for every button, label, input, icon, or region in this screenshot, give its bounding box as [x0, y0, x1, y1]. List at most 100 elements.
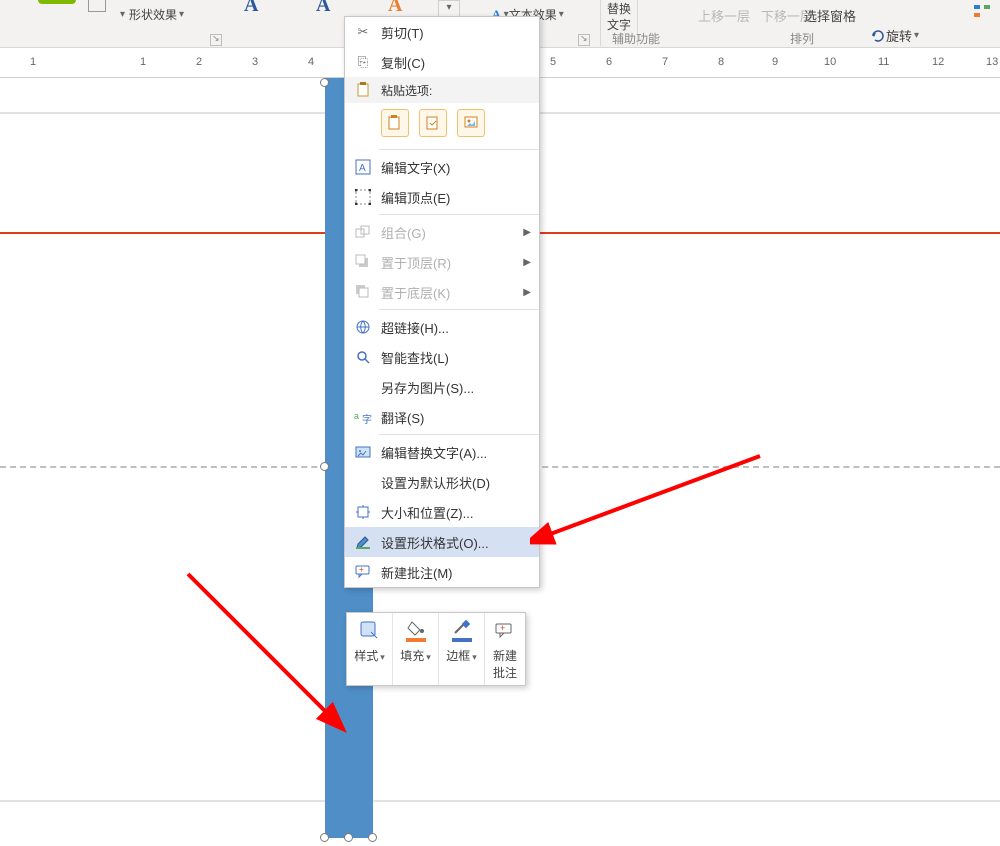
- align-button[interactable]: [972, 4, 992, 20]
- submenu-arrow-icon: ▶: [523, 287, 531, 298]
- paste-option-keep-source[interactable]: [381, 109, 409, 137]
- menu-item-new-comment[interactable]: + 新建批注(M): [345, 557, 539, 587]
- chevron-down-icon: ▾: [426, 652, 431, 662]
- mini-label-l2: 批注: [493, 666, 517, 680]
- wordart-style-a3-icon[interactable]: A: [388, 0, 402, 17]
- ruler-tick: 1: [140, 56, 146, 68]
- menu-label: 粘贴选项:: [381, 82, 432, 99]
- resize-handle-nw[interactable]: [320, 78, 329, 87]
- ruler-tick: 2: [196, 56, 202, 68]
- annotation-arrow-upper: [530, 448, 770, 568]
- wordart-style-a2-icon[interactable]: A: [316, 0, 330, 17]
- smart-lookup-icon: [351, 347, 375, 367]
- context-menu: ✂ 剪切(T) ⎘ 复制(C) 粘贴选项: A 编辑文字(X) 编辑顶点(E): [344, 16, 540, 588]
- mini-new-comment-button[interactable]: + 新建 批注: [485, 613, 525, 685]
- fill-icon: [395, 619, 436, 643]
- menu-item-format-shape[interactable]: 设置形状格式(O)...: [345, 527, 539, 557]
- menu-item-copy[interactable]: ⎘ 复制(C): [345, 47, 539, 77]
- mini-label-l1: 新建: [493, 649, 517, 663]
- ruler-tick: 13: [986, 56, 998, 68]
- wordart-style-a1-icon[interactable]: A: [244, 0, 258, 17]
- size-position-icon: [351, 502, 375, 522]
- ruler-tick: 1: [30, 56, 36, 68]
- alt-text-icon: [351, 442, 375, 462]
- menu-separator: [379, 434, 539, 435]
- submenu-arrow-icon: ▶: [523, 257, 531, 268]
- menu-item-set-default[interactable]: 设置为默认形状(D): [345, 467, 539, 497]
- mini-fill-button[interactable]: 填充▾: [393, 613, 439, 685]
- shape-effects-label: 形状效果: [129, 6, 177, 23]
- menu-label: 编辑替换文字(A)...: [381, 443, 487, 462]
- svg-text:A: A: [359, 163, 366, 174]
- format-shape-icon: [351, 532, 375, 552]
- menu-item-bring-front: 置于顶层(R) ▶: [345, 247, 539, 277]
- chevron-down-icon: ▾: [914, 30, 919, 41]
- layer-buttons: 上移一层 下移一层: [698, 6, 813, 25]
- ruler-tick: 6: [606, 56, 612, 68]
- align-icon: [972, 4, 992, 20]
- menu-label: 置于底层(K): [381, 283, 450, 302]
- translate-icon: a字: [351, 407, 375, 427]
- menu-item-group: 组合(G) ▶: [345, 217, 539, 247]
- menu-item-save-as-picture[interactable]: 另存为图片(S)...: [345, 372, 539, 402]
- blank-icon: [351, 377, 375, 397]
- dialog-launcher-shape[interactable]: [210, 34, 222, 46]
- mini-label: 填充: [400, 649, 424, 663]
- menu-section-paste-options: 粘贴选项:: [345, 77, 539, 103]
- chevron-down-icon: ▾: [380, 652, 385, 662]
- menu-item-hyperlink[interactable]: 超链接(H)...: [345, 312, 539, 342]
- svg-text:a: a: [354, 411, 359, 421]
- bring-front-icon: [351, 252, 375, 272]
- paste-option-picture[interactable]: [457, 109, 485, 137]
- ribbon-stub-box: [88, 0, 106, 12]
- rotate-button[interactable]: 旋转 ▾: [870, 26, 919, 45]
- svg-text:+: +: [500, 623, 505, 633]
- menu-separator: [379, 309, 539, 310]
- rotate-icon: [870, 28, 886, 44]
- ribbon-stub-icon: [38, 0, 76, 4]
- menu-item-cut[interactable]: ✂ 剪切(T): [345, 17, 539, 47]
- blank-icon: [351, 472, 375, 492]
- resize-handle-w[interactable]: [320, 462, 329, 471]
- edit-points-icon: [351, 187, 375, 207]
- ruler-tick: 4: [308, 56, 314, 68]
- menu-label: 大小和位置(Z)...: [381, 503, 473, 522]
- menu-item-edit-text[interactable]: A 编辑文字(X): [345, 152, 539, 182]
- selection-pane-button[interactable]: 选择窗格: [804, 6, 856, 25]
- mini-label: 边框: [446, 649, 470, 663]
- group-label-accessibility: 辅助功能: [612, 30, 660, 47]
- group-label-arrange: 排列: [790, 30, 814, 47]
- shape-effects-chevron-icon: ▾: [120, 9, 125, 20]
- submenu-arrow-icon: ▶: [523, 227, 531, 238]
- shape-effects-button[interactable]: ▾ 形状效果 ▾: [120, 6, 188, 23]
- annotation-arrow-lower: [180, 566, 360, 736]
- menu-item-smart-lookup[interactable]: 智能查找(L): [345, 342, 539, 372]
- resize-handle-sw[interactable]: [320, 833, 329, 842]
- ruler-tick: 8: [718, 56, 724, 68]
- ruler-tick: 7: [662, 56, 668, 68]
- menu-separator: [379, 149, 539, 150]
- selection-pane-label: 选择窗格: [804, 9, 856, 24]
- menu-item-alt-text[interactable]: 编辑替换文字(A)...: [345, 437, 539, 467]
- hyperlink-icon: [351, 317, 375, 337]
- menu-item-translate[interactable]: a字 翻译(S): [345, 402, 539, 432]
- menu-label: 复制(C): [381, 53, 425, 72]
- menu-label: 编辑文字(X): [381, 158, 450, 177]
- paste-option-merge[interactable]: [419, 109, 447, 137]
- mini-outline-button[interactable]: 边框▾: [439, 613, 485, 685]
- menu-label: 编辑顶点(E): [381, 188, 450, 207]
- dialog-launcher-wordart[interactable]: [578, 34, 590, 46]
- cut-icon: ✂: [351, 22, 375, 42]
- bring-forward-button[interactable]: 上移一层: [698, 9, 750, 24]
- menu-item-edit-points[interactable]: 编辑顶点(E): [345, 182, 539, 212]
- menu-label: 剪切(T): [381, 23, 424, 42]
- menu-label: 置于顶层(R): [381, 253, 451, 272]
- alt-text-label-top: 替换: [607, 2, 631, 16]
- resize-handle-se[interactable]: [368, 833, 377, 842]
- menu-label: 设置为默认形状(D): [381, 473, 490, 492]
- edit-text-icon: A: [351, 157, 375, 177]
- svg-text:字: 字: [362, 413, 372, 425]
- resize-handle-s[interactable]: [344, 833, 353, 842]
- menu-item-size-position[interactable]: 大小和位置(Z)...: [345, 497, 539, 527]
- ruler-tick: 5: [550, 56, 556, 68]
